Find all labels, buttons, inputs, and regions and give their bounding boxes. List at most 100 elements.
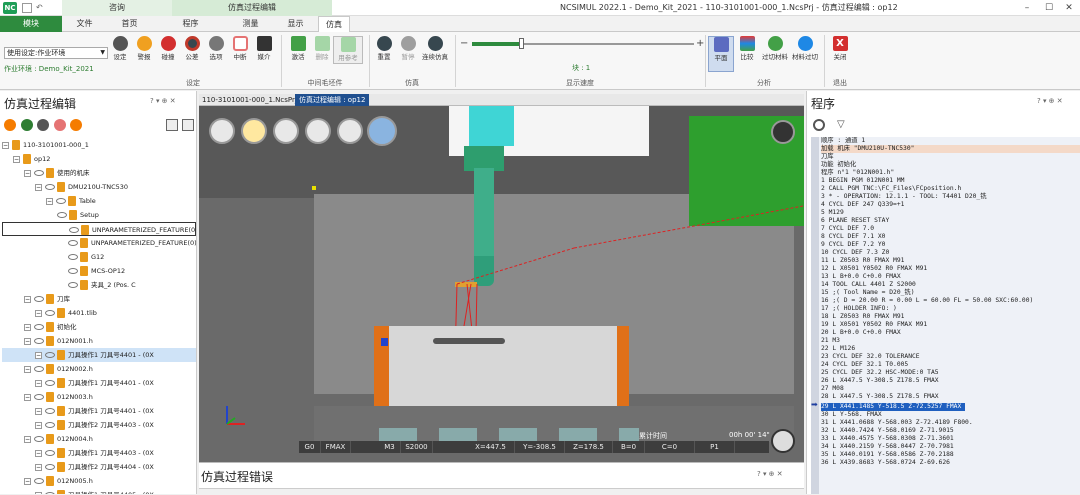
expand-toggle-icon[interactable]: −	[35, 309, 42, 317]
visibility-eye-icon[interactable]	[45, 422, 55, 428]
program-line[interactable]: 34 L X440.2159 Y-568.0447 Z-70.7981	[821, 443, 1080, 451]
expand-toggle-icon[interactable]: −	[24, 435, 31, 443]
interrupt-button[interactable]: 中断	[228, 36, 252, 62]
expand-toggle-icon[interactable]: −	[35, 463, 42, 471]
expand-toggle-icon[interactable]: −	[24, 477, 31, 485]
tree-item[interactable]: − 初始化	[2, 320, 196, 334]
stock-display-icon[interactable]	[241, 118, 267, 144]
tree-item[interactable]: − 4401.tlib	[2, 306, 196, 320]
tree-item[interactable]: UNPARAMETERIZED_FEATURE(0) (Pos.)	[2, 222, 196, 236]
program-line[interactable]: 14 TOOL CALL 4401 Z S2000	[821, 281, 1080, 289]
tree-item[interactable]: − 使用的机床	[2, 166, 196, 180]
program-line[interactable]: 8 CYCL DEF 7.1 X0	[821, 233, 1080, 241]
program-line[interactable]: 1 BEGIN PGM 012N001 MM	[821, 177, 1080, 185]
panel-controls[interactable]: ? ▾ ⊕ ✕	[150, 97, 176, 105]
program-line[interactable]: 18 L Z0503 R0 FMAX M91	[821, 313, 1080, 321]
tree-item[interactable]: − 110-3101001-000_1	[2, 138, 196, 152]
doc-tab-sim-edit[interactable]: 仿真过程编辑 : op12	[295, 94, 370, 106]
expand-toggle-icon[interactable]: −	[35, 379, 42, 387]
media-button[interactable]: 媒介	[252, 36, 276, 62]
setup-select[interactable]: 使用设定:作业环境 ▼	[4, 47, 108, 59]
program-line[interactable]: 16 ;( D = 20.00 R = 0.00 L = 60.00 FL = …	[821, 297, 1080, 305]
program-line[interactable]: 顺序 : 通道 1	[821, 137, 1080, 145]
expand-toggle-icon[interactable]: −	[2, 141, 9, 149]
program-line[interactable]: 2 CALL PGM TNC:\FC_Files\FCposition.h	[821, 185, 1080, 193]
view-mode-icon[interactable]	[209, 118, 235, 144]
program-line[interactable]: 17 ;( HOLDER INFO: )	[821, 305, 1080, 313]
detail-view-icon[interactable]	[182, 119, 194, 131]
visibility-eye-icon[interactable]	[34, 478, 44, 484]
tree-item[interactable]: − 刀具操作1 刀具号4401 - (0X	[2, 376, 196, 390]
program-line[interactable]: 12 L X0501 Y0502 R0 FMAX M91	[821, 265, 1080, 273]
tree-item[interactable]: MCS-OP12	[2, 264, 196, 278]
pause-button[interactable]: 暂停	[396, 36, 420, 62]
tolerance-button[interactable]: 公差	[180, 36, 204, 62]
visibility-eye-icon[interactable]	[69, 227, 79, 233]
program-line[interactable]: 9 CYCL DEF 7.2 Y0	[821, 241, 1080, 249]
expand-toggle-icon[interactable]: −	[13, 155, 20, 163]
expand-toggle-icon[interactable]: −	[24, 295, 31, 303]
tree-tool-icon[interactable]	[20, 119, 33, 131]
compare-button[interactable]: 比较	[735, 36, 759, 62]
visibility-eye-icon[interactable]	[45, 408, 55, 414]
program-line[interactable]: 10 CYCL DEF 7.3 Z0	[821, 249, 1080, 257]
tab-simulation[interactable]: 仿真	[318, 16, 350, 32]
expand-toggle-icon[interactable]: −	[35, 421, 42, 429]
expand-toggle-icon[interactable]: −	[35, 449, 42, 457]
program-line[interactable]: 23 CYCL DEF 32.0 TOLERANCE	[821, 353, 1080, 361]
activate-button[interactable]: 激活	[285, 36, 311, 62]
program-line[interactable]: 32 L X440.7424 Y-568.0169 Z-71.9015	[821, 427, 1080, 435]
program-line[interactable]: 28 L X447.5 Y-308.5 Z178.5 FMAX	[821, 393, 1080, 401]
material-button[interactable]: 材料过切	[790, 36, 820, 62]
tree-item[interactable]: − 012N002.h	[2, 362, 196, 376]
program-line[interactable]: 21 M3	[821, 337, 1080, 345]
settings-button[interactable]: 设定	[108, 36, 132, 62]
save-icon[interactable]	[22, 3, 32, 13]
visibility-eye-icon[interactable]	[45, 352, 55, 358]
program-line[interactable]: 7 CYCL DEF 7.0	[821, 225, 1080, 233]
visibility-eye-icon[interactable]	[34, 296, 44, 302]
list-view-icon[interactable]	[166, 119, 178, 131]
program-line[interactable]: 29 L X441.1485 Y-518.5 Z-72.5257 FMAX	[821, 403, 966, 411]
tab-file[interactable]: 文件	[62, 16, 107, 32]
expand-toggle-icon[interactable]: −	[24, 169, 31, 177]
speed-plus-button[interactable]: +	[696, 38, 704, 49]
program-line[interactable]: 30 L Y-568. FMAX	[821, 411, 1080, 419]
tree-item[interactable]: − 012N005.h	[2, 474, 196, 488]
tree-item[interactable]: G12	[2, 250, 196, 264]
delete-stock-button[interactable]: 删除	[311, 36, 333, 62]
visibility-eye-icon[interactable]	[56, 198, 66, 204]
program-line[interactable]: 5 M129	[821, 209, 1080, 217]
continuous-sim-button[interactable]: 连续仿真	[420, 36, 450, 62]
tree-item[interactable]: − 刀具操作1 刀具号4403 - (0X	[2, 446, 196, 460]
expand-toggle-icon[interactable]: −	[24, 365, 31, 373]
program-line[interactable]: 19 L X0501 Y0502 R0 FMAX M91	[821, 321, 1080, 329]
expand-toggle-icon[interactable]: −	[35, 183, 42, 191]
program-line[interactable]: 3 * - OPERATION: 12.1.1 - TOOL: T4401 D2…	[821, 193, 1080, 201]
program-line[interactable]: 31 L X441.0688 Y-568.003 Z-72.4189 F800.	[821, 419, 1080, 427]
expand-toggle-icon[interactable]: −	[24, 337, 31, 345]
program-line[interactable]: 功能 初始化	[821, 161, 1080, 169]
context-tab-sim-edit[interactable]: 仿真过程编辑	[172, 0, 332, 16]
minimize-icon[interactable]: –	[1020, 2, 1034, 14]
visibility-eye-icon[interactable]	[68, 268, 78, 274]
tree-tool-icon[interactable]	[37, 119, 50, 131]
program-line[interactable]: 13 L B+0.0 C+0.0 FMAX	[821, 273, 1080, 281]
program-line[interactable]: 6 PLANE RESET STAY	[821, 217, 1080, 225]
program-line[interactable]: 11 L Z0503 R0 FMAX M91	[821, 257, 1080, 265]
visibility-eye-icon[interactable]	[34, 394, 44, 400]
3d-viewport[interactable]: G0 FMAX M3 S2000 X=447.5 Y=-308.5 Z=178.…	[199, 106, 804, 494]
program-line[interactable]: 刀库	[821, 153, 1080, 161]
window-close-icon[interactable]: ✕	[1062, 2, 1076, 14]
program-line[interactable]: 33 L X440.4575 Y-568.0308 Z-71.3601	[821, 435, 1080, 443]
expand-toggle-icon[interactable]: −	[35, 407, 42, 415]
maximize-icon[interactable]: ☐	[1042, 2, 1056, 14]
expand-toggle-icon[interactable]: −	[24, 393, 31, 401]
tab-measure[interactable]: 测量	[228, 16, 273, 32]
program-line[interactable]: 27 M08	[821, 385, 1080, 393]
expand-toggle-icon[interactable]: −	[35, 351, 42, 359]
panel-controls[interactable]: ? ▾ ⊕ ✕	[1037, 97, 1063, 105]
expand-toggle-icon[interactable]: −	[24, 323, 31, 331]
program-line[interactable]: 程序 n°1 "012N001.h"	[821, 169, 1080, 177]
expand-toggle-icon[interactable]: −	[46, 197, 53, 205]
